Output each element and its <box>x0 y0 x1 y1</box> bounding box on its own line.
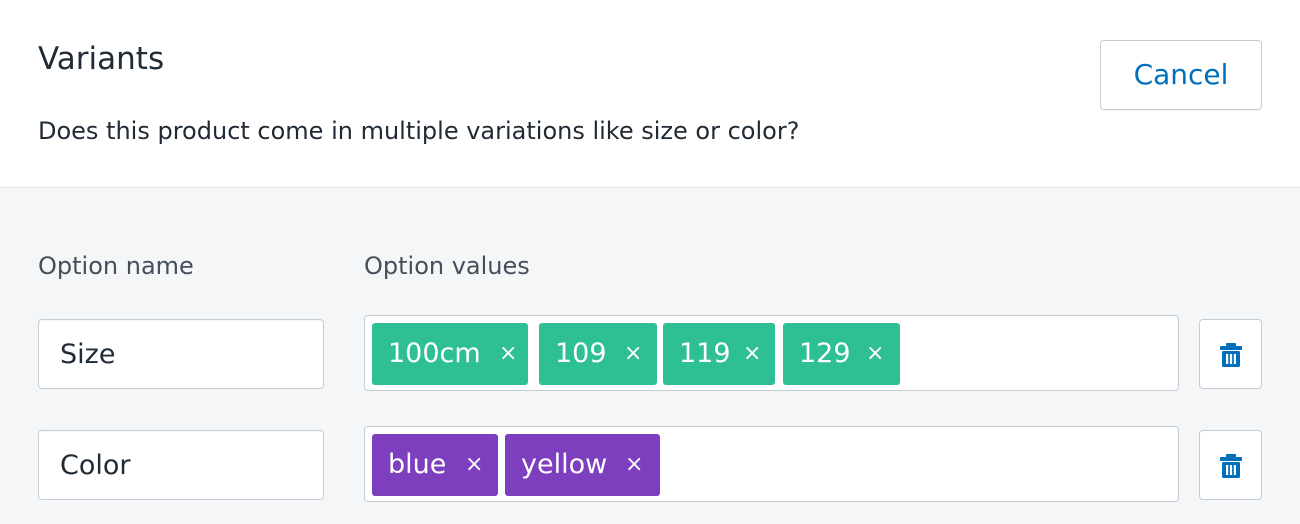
trash-icon <box>1220 454 1242 478</box>
option-value-tag-label: 129 <box>799 338 851 369</box>
trash-icon <box>1220 343 1242 367</box>
variants-card: Variants Does this product come in multi… <box>0 0 1300 524</box>
option-value-tag-label: 119 <box>679 338 731 369</box>
option-value-tag: 100cm × <box>372 323 528 385</box>
option-values-column-label: Option values <box>364 252 530 280</box>
option-value-tag: blue × <box>372 434 498 496</box>
variants-header: Variants Does this product come in multi… <box>0 0 1300 188</box>
option-values-field-size[interactable]: 100cm × 109 × 119 × 129 × <box>364 315 1179 391</box>
option-values-field-color[interactable]: blue × yellow × <box>364 426 1179 502</box>
remove-tag-icon[interactable]: × <box>866 323 884 385</box>
remove-tag-icon[interactable]: × <box>624 323 642 385</box>
delete-option-button-size[interactable] <box>1199 319 1262 389</box>
option-value-tag: yellow × <box>505 434 660 496</box>
remove-tag-icon[interactable]: × <box>499 323 517 385</box>
option-value-tag: 109 × <box>539 323 657 385</box>
option-name-column-label: Option name <box>38 252 194 280</box>
option-value-tag-label: blue <box>388 449 447 480</box>
option-value-tag: 119 × <box>663 323 775 385</box>
option-name-input-size[interactable] <box>38 319 324 389</box>
remove-tag-icon[interactable]: × <box>625 434 643 496</box>
option-value-tag-label: 109 <box>555 338 607 369</box>
option-value-tag: 129 × <box>783 323 900 385</box>
option-name-input-color[interactable] <box>38 430 324 500</box>
option-value-tag-label: yellow <box>521 449 608 480</box>
remove-tag-icon[interactable]: × <box>743 323 761 385</box>
cancel-button[interactable]: Cancel <box>1100 40 1262 110</box>
remove-tag-icon[interactable]: × <box>465 434 483 496</box>
option-value-tag-label: 100cm <box>388 338 481 369</box>
delete-option-button-color[interactable] <box>1199 430 1262 500</box>
page-subtitle: Does this product come in multiple varia… <box>38 117 800 145</box>
page-title: Variants <box>38 41 165 77</box>
